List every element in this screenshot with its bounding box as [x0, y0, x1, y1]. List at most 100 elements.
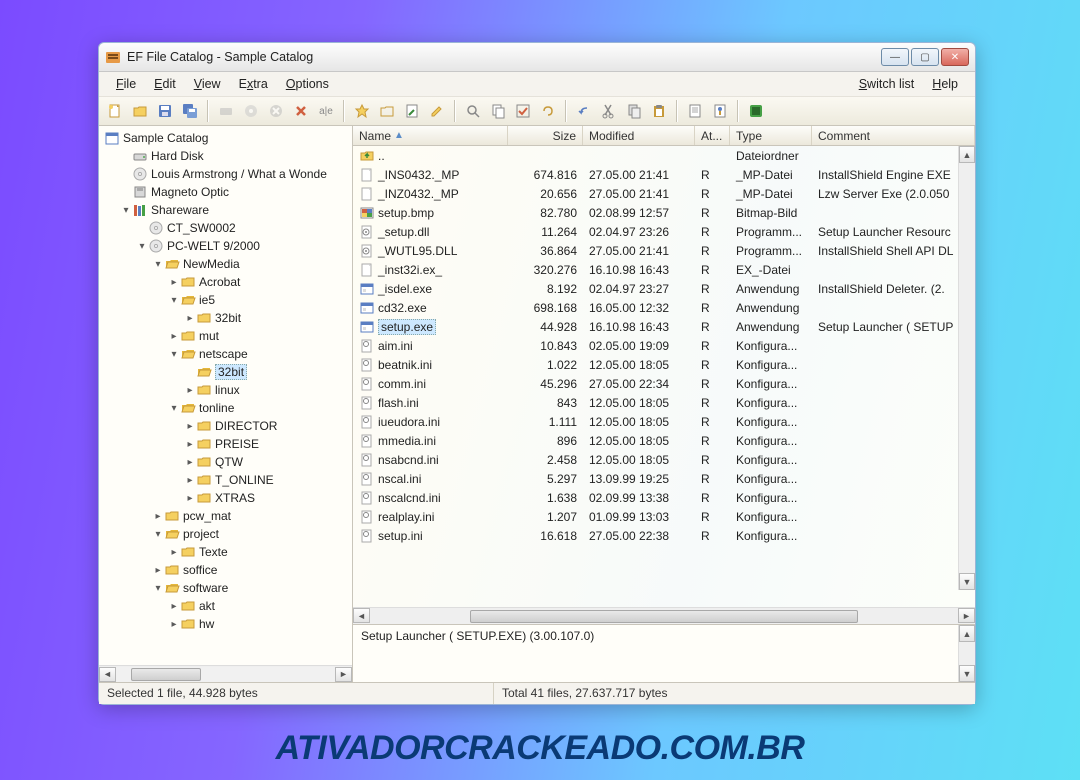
close-button[interactable]: ✕: [941, 48, 969, 66]
tree-node[interactable]: CT_SW0002: [104, 219, 352, 237]
tree-node[interactable]: ▸QTW: [104, 453, 352, 471]
tree-node[interactable]: ▸XTRAS: [104, 489, 352, 507]
expand-icon[interactable]: ▸: [184, 313, 196, 324]
file-row[interactable]: _WUTL95.DLL36.86427.05.00 21:41RProgramm…: [353, 241, 975, 260]
tree-node[interactable]: ▾PC-WELT 9/2000: [104, 237, 352, 255]
tb-search-icon[interactable]: [462, 100, 484, 122]
expand-icon[interactable]: ▸: [184, 493, 196, 504]
expand-icon[interactable]: ▸: [184, 457, 196, 468]
tree-node[interactable]: ▸Texte: [104, 543, 352, 561]
col-size[interactable]: Size: [508, 126, 583, 145]
tb-doc-icon[interactable]: [684, 100, 706, 122]
scroll-thumb[interactable]: [470, 610, 858, 623]
tree-node[interactable]: ▾project: [104, 525, 352, 543]
menu-extra[interactable]: Extra: [230, 75, 277, 93]
list-hscrollbar[interactable]: ◄ ►: [353, 607, 975, 624]
file-row[interactable]: _setup.dll11.26402.04.97 23:26RProgramm.…: [353, 222, 975, 241]
collapse-icon[interactable]: ▾: [168, 295, 180, 306]
file-row[interactable]: setup.ini16.61827.05.00 22:38RKonfigura.…: [353, 526, 975, 545]
collapse-icon[interactable]: ▾: [120, 205, 132, 216]
expand-icon[interactable]: ▸: [168, 619, 180, 630]
menu-edit[interactable]: Edit: [145, 75, 185, 93]
tree-node[interactable]: ▸mut: [104, 327, 352, 345]
scroll-right-icon[interactable]: ►: [958, 608, 975, 623]
file-row[interactable]: aim.ini10.84302.05.00 19:09RKonfigura...: [353, 336, 975, 355]
scroll-right-icon[interactable]: ►: [335, 667, 352, 682]
tree-pane[interactable]: Sample CatalogHard DiskLouis Armstrong /…: [99, 126, 353, 682]
tree-node[interactable]: ▾tonline: [104, 399, 352, 417]
titlebar[interactable]: EF File Catalog - Sample Catalog — ▢ ✕: [99, 43, 975, 72]
maximize-button[interactable]: ▢: [911, 48, 939, 66]
tree-node[interactable]: ▾ie5: [104, 291, 352, 309]
col-comment[interactable]: Comment: [812, 126, 975, 145]
collapse-icon[interactable]: ▾: [152, 529, 164, 540]
tree-node[interactable]: ▸Acrobat: [104, 273, 352, 291]
tree-node[interactable]: ▾software: [104, 579, 352, 597]
tb-drive-icon[interactable]: [215, 100, 237, 122]
tb-favorite-icon[interactable]: [351, 100, 373, 122]
scroll-left-icon[interactable]: ◄: [353, 608, 370, 623]
file-row[interactable]: mmedia.ini89612.05.00 18:05RKonfigura...: [353, 431, 975, 450]
collapse-icon[interactable]: ▾: [136, 241, 148, 252]
tree-node[interactable]: Louis Armstrong / What a Wonde: [104, 165, 352, 183]
tb-saveall-icon[interactable]: [179, 100, 201, 122]
tb-paste-icon[interactable]: [648, 100, 670, 122]
menu-view[interactable]: View: [185, 75, 230, 93]
tree-node[interactable]: Hard Disk: [104, 147, 352, 165]
file-row[interactable]: _isdel.exe8.19202.04.97 23:27RAnwendungI…: [353, 279, 975, 298]
expand-icon[interactable]: ▸: [184, 385, 196, 396]
tb-tools-icon[interactable]: [709, 100, 731, 122]
file-row[interactable]: nscalcnd.ini1.63802.09.99 13:38RKonfigur…: [353, 488, 975, 507]
file-row[interactable]: _INZ0432._MP20.65627.05.00 21:41R_MP-Dat…: [353, 184, 975, 203]
file-row[interactable]: setup.exe44.92816.10.98 16:43RAnwendungS…: [353, 317, 975, 336]
tb-open-icon[interactable]: [129, 100, 151, 122]
expand-icon[interactable]: ▸: [168, 601, 180, 612]
tb-copy2-icon[interactable]: [623, 100, 645, 122]
tb-exit-icon[interactable]: [745, 100, 767, 122]
tree-node[interactable]: ▸32bit: [104, 309, 352, 327]
file-list[interactable]: ..Dateiordner_INS0432._MP674.81627.05.00…: [353, 146, 975, 607]
file-row[interactable]: flash.ini84312.05.00 18:05RKonfigura...: [353, 393, 975, 412]
tb-link-icon[interactable]: [537, 100, 559, 122]
tree-node[interactable]: ▸akt: [104, 597, 352, 615]
tb-save-icon[interactable]: [154, 100, 176, 122]
list-vscrollbar[interactable]: ▲ ▼: [958, 146, 975, 590]
tb-note-icon[interactable]: [401, 100, 423, 122]
tb-undo-icon[interactable]: [573, 100, 595, 122]
scroll-down-icon[interactable]: ▼: [959, 573, 975, 590]
col-attr[interactable]: At...: [695, 126, 730, 145]
tb-new-icon[interactable]: [104, 100, 126, 122]
tb-delete-icon[interactable]: [290, 100, 312, 122]
expand-icon[interactable]: ▸: [184, 475, 196, 486]
tree-node[interactable]: ▸pcw_mat: [104, 507, 352, 525]
menu-options[interactable]: Options: [277, 75, 338, 93]
tb-copy-icon[interactable]: [487, 100, 509, 122]
tree-node[interactable]: ▾netscape: [104, 345, 352, 363]
tb-cut-icon[interactable]: [598, 100, 620, 122]
minimize-button[interactable]: —: [881, 48, 909, 66]
expand-icon[interactable]: ▸: [184, 421, 196, 432]
menu-switch-list[interactable]: Switch list: [850, 75, 924, 93]
file-row[interactable]: nsabcnd.ini2.45812.05.00 18:05RKonfigura…: [353, 450, 975, 469]
expand-icon[interactable]: ▸: [152, 511, 164, 522]
col-type[interactable]: Type: [730, 126, 812, 145]
file-row[interactable]: _inst32i.ex_320.27616.10.98 16:43REX_-Da…: [353, 260, 975, 279]
col-modified[interactable]: Modified: [583, 126, 695, 145]
tb-cd-icon[interactable]: [240, 100, 262, 122]
tb-folder-icon[interactable]: [376, 100, 398, 122]
file-row[interactable]: realplay.ini1.20701.09.99 13:03RKonfigur…: [353, 507, 975, 526]
tree-hscrollbar[interactable]: ◄ ►: [99, 665, 352, 682]
expand-icon[interactable]: ▸: [168, 277, 180, 288]
tree-node[interactable]: ▸T_ONLINE: [104, 471, 352, 489]
tree-node[interactable]: ▸hw: [104, 615, 352, 633]
file-row[interactable]: comm.ini45.29627.05.00 22:34RKonfigura..…: [353, 374, 975, 393]
tb-edit-icon[interactable]: [426, 100, 448, 122]
detail-vscrollbar[interactable]: ▲ ▼: [958, 625, 975, 682]
tree-node[interactable]: ▸DIRECTOR: [104, 417, 352, 435]
scroll-left-icon[interactable]: ◄: [99, 667, 116, 682]
file-row[interactable]: beatnik.ini1.02212.05.00 18:05RKonfigura…: [353, 355, 975, 374]
tree-node[interactable]: 32bit: [104, 363, 352, 381]
tree-node[interactable]: ▸PREISE: [104, 435, 352, 453]
file-row[interactable]: ..Dateiordner: [353, 146, 975, 165]
col-name[interactable]: Name▲: [353, 126, 508, 145]
